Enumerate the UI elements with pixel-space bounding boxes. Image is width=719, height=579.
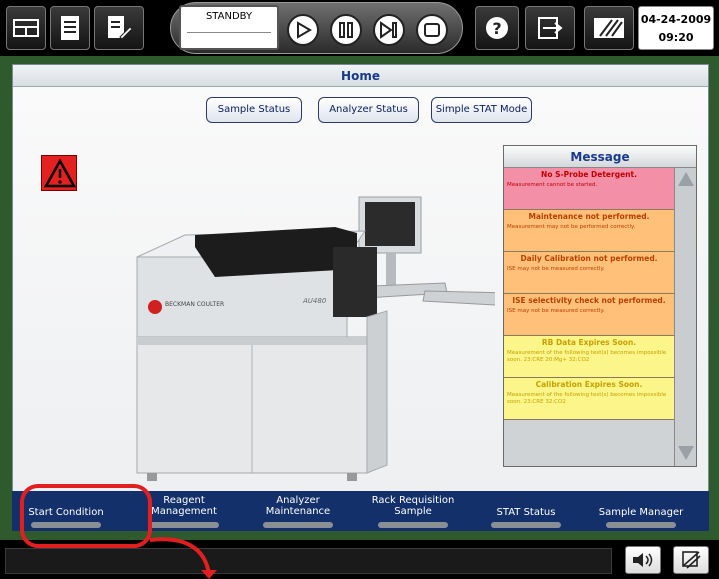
message-item-detail: ISE may not be measured correctly. [507,308,605,314]
message-item-detail: Measurement of the following test(s) bec… [507,392,667,405]
home-panel: Home Sample Status Analyzer Status Simpl… [12,64,709,531]
bottom-navigation: Start Condition Reagent Management Analy… [12,491,709,531]
nav-analyzer-maintenance[interactable]: Analyzer Maintenance [244,491,352,531]
help-icon[interactable]: ? [475,6,519,50]
nav-stat-status[interactable]: STAT Status [476,491,576,531]
message-item-title: Calibration Expires Soon. [535,380,643,389]
warning-icon [43,158,77,188]
date-time-display: 04-24-2009 09:20 [638,6,714,50]
message-item-title: Daily Calibration not performed. [520,254,658,263]
nav-rack-requisition-sample[interactable]: Rack Requisition Sample [357,491,469,531]
message-item-detail: ISE may not be measured correctly. [507,266,605,272]
logout-icon[interactable] [525,6,575,50]
date-text: 04-24-2009 [640,13,712,26]
message-item[interactable]: Daily Calibration not performed. ISE may … [504,252,674,294]
alarm-button[interactable] [41,155,77,191]
message-item-title: No S-Probe Detergent. [541,170,637,179]
simple-stat-mode-button[interactable]: Simple STAT Mode [431,97,532,123]
nav-sample-manager[interactable]: Sample Manager [586,491,696,531]
analyzer-status-button[interactable]: Analyzer Status [318,97,419,123]
step-icon[interactable] [373,14,405,46]
sample-status-button[interactable]: Sample Status [206,97,302,123]
message-item[interactable]: RB Data Expires Soon. Measurement of the … [504,336,674,378]
edit-icon[interactable] [94,6,144,50]
message-item-detail: Measurement cannot be started. [507,182,598,188]
monitor-icon[interactable] [584,6,634,50]
page-title: Home [13,65,708,87]
scroll-down-icon[interactable] [678,446,694,460]
analyzer-image: BECKMAN COULTER AU480 [125,187,511,487]
top-toolbar: STANDBY ? 04-24-2009 09:20 [0,0,719,56]
message-item[interactable]: Maintenance not performed. Measurement ma… [504,210,674,252]
printer-icon[interactable] [673,546,709,574]
list-icon[interactable] [50,6,90,50]
svg-text:?: ? [492,19,501,38]
scroll-up-icon[interactable] [678,172,694,186]
system-message-bar [5,548,612,574]
message-item[interactable]: ISE selectivity check not performed. ISE … [504,294,674,336]
message-scrollbar[interactable] [674,168,696,466]
message-item-title: ISE selectivity check not performed. [512,296,666,305]
main-frame: Home Sample Status Analyzer Status Simpl… [0,56,719,540]
system-overview-icon[interactable] [6,6,46,50]
message-item-detail: Measurement of the following test(s) bec… [507,350,667,363]
pause-icon[interactable] [330,14,362,46]
nav-start-condition[interactable]: Start Condition [12,491,120,531]
nav-reagent-management[interactable]: Reagent Management [130,491,238,531]
status-display: STANDBY [179,5,279,50]
message-item[interactable]: No S-Probe Detergent. Measurement cannot … [504,168,674,210]
brand-logo: BECKMAN COULTER [165,301,225,308]
message-panel: Message No S-Probe Detergent. Measurement… [503,145,697,467]
model-label: AU480 [303,297,327,305]
home-body: Sample Status Analyzer Status Simple STA… [13,87,708,530]
message-item[interactable]: Calibration Expires Soon. Measurement of … [504,378,674,420]
status-text: STANDBY [205,11,253,22]
bottom-status-bar [0,540,719,579]
stop-icon[interactable] [416,14,448,46]
message-title: Message [504,146,696,168]
message-item-detail: Measurement may not be performed correct… [507,224,636,230]
sound-icon[interactable] [625,546,661,574]
play-icon[interactable] [287,14,319,46]
time-text: 09:20 [658,31,694,44]
message-list: No S-Probe Detergent. Measurement cannot … [504,168,674,420]
message-item-title: RB Data Expires Soon. [541,338,637,347]
message-item-title: Maintenance not performed. [528,212,650,221]
